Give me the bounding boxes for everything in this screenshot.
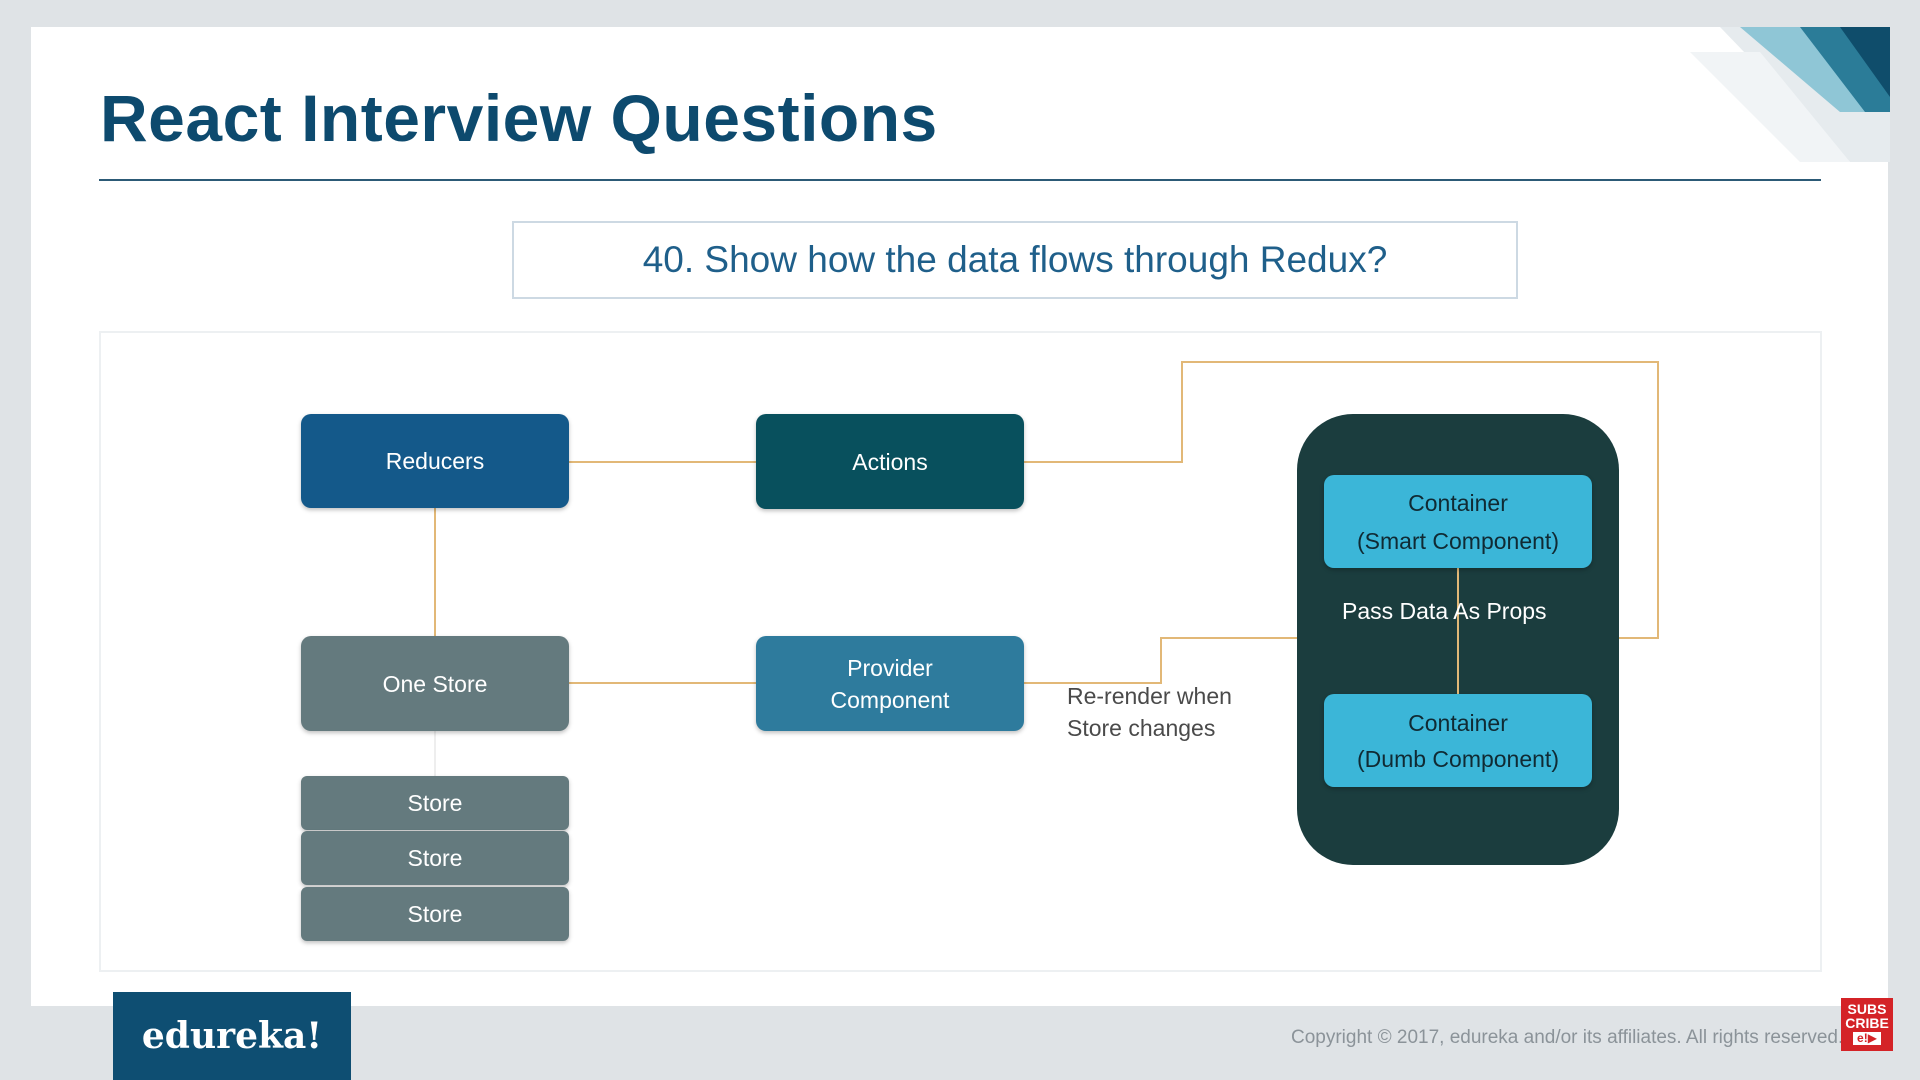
store-node-1: Store [301, 776, 569, 830]
rerender-label: Re-render when Store changes [1067, 680, 1232, 744]
subscribe-line2: CRIBE [1845, 1015, 1889, 1031]
dumb-container-node: Container (Dumb Component) [1324, 694, 1592, 787]
store-node-3: Store [301, 887, 569, 941]
actions-node: Actions [756, 414, 1024, 509]
actions-label: Actions [852, 448, 928, 475]
question-box: 40. Show how the data flows through Redu… [512, 221, 1518, 299]
dumb-container-line2: (Dumb Component) [1357, 745, 1559, 772]
reducers-label: Reducers [385, 448, 485, 474]
one-store-label: One Store [382, 670, 488, 697]
page-title: React Interview Questions [100, 81, 938, 155]
provider-label-line1: Provider [847, 654, 933, 681]
store-label-2: Store [407, 845, 463, 871]
store-label-1: Store [407, 790, 463, 816]
dumb-container-line1: Container [1408, 709, 1508, 736]
subscribe-play-icon: e!▶ [1853, 1032, 1881, 1045]
rerender-label-line1: Re-render when [1067, 683, 1232, 709]
smart-container-line1: Container [1408, 489, 1508, 516]
edureka-logo: edureka! [113, 992, 351, 1080]
rerender-label-line2: Store changes [1067, 715, 1216, 741]
corner-decoration [1690, 27, 1890, 162]
video-frame: React Interview Questions 40. Show how t… [0, 0, 1920, 1080]
provider-label-line2: Component [830, 686, 950, 713]
question-text: 40. Show how the data flows through Redu… [642, 239, 1388, 280]
subscribe-line1: SUBS [1847, 1001, 1887, 1017]
logo-text: edureka! [141, 1015, 323, 1057]
provider-component-node: Provider Component [756, 636, 1024, 731]
title-divider [99, 179, 1821, 181]
copyright-text: Copyright © 2017, edureka and/or its aff… [1291, 1027, 1842, 1048]
reducers-node: Reducers [301, 414, 569, 508]
subscribe-button[interactable]: SUBS CRIBE e!▶ [1841, 998, 1893, 1051]
store-label-3: Store [407, 901, 463, 927]
one-store-node: One Store [301, 636, 569, 731]
smart-container-node: Container (Smart Component) [1324, 475, 1592, 568]
smart-container-line2: (Smart Component) [1357, 527, 1559, 554]
pass-data-label: Pass Data As Props [1342, 598, 1547, 624]
store-node-2: Store [301, 831, 569, 885]
